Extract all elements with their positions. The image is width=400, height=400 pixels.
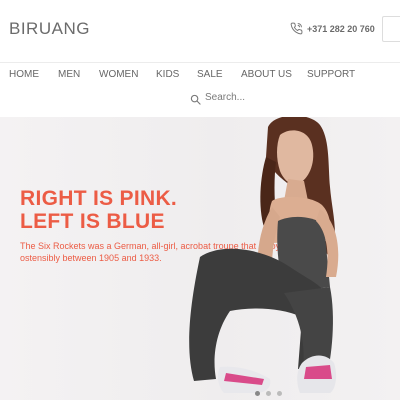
nav-item-kids[interactable]: KIDS [156,69,179,80]
carousel-dot[interactable] [255,391,260,396]
search-icon[interactable] [190,92,201,105]
nav-item-men[interactable]: MEN [58,69,80,80]
hero-banner: RIGHT IS PINK. LEFT IS BLUE The Six Rock… [0,117,400,400]
nav-item-about-us[interactable]: ABOUT US [241,69,292,80]
main-nav: HOME MEN WOMEN KIDS SALE ABOUT US SUPPOR… [0,69,400,85]
search-bar [190,92,285,105]
hero-model-image [189,117,339,393]
nav-item-sale[interactable]: SALE [197,69,223,80]
carousel-dot[interactable] [277,391,282,396]
cart-button[interactable] [382,16,400,42]
nav-item-women[interactable]: WOMEN [99,69,138,80]
search-input[interactable] [205,92,285,103]
phone-contact[interactable]: +371 282 20 760 [290,22,375,35]
header-divider [0,62,400,63]
logo[interactable]: BIRUANG [9,19,90,39]
phone-number: +371 282 20 760 [307,23,375,34]
phone-icon [290,22,303,35]
nav-item-home[interactable]: HOME [9,69,39,80]
carousel-dots [255,391,282,396]
site-header: BIRUANG +371 282 20 760 [0,0,400,62]
nav-item-support[interactable]: SUPPORT [307,69,355,80]
carousel-dot[interactable] [266,391,271,396]
